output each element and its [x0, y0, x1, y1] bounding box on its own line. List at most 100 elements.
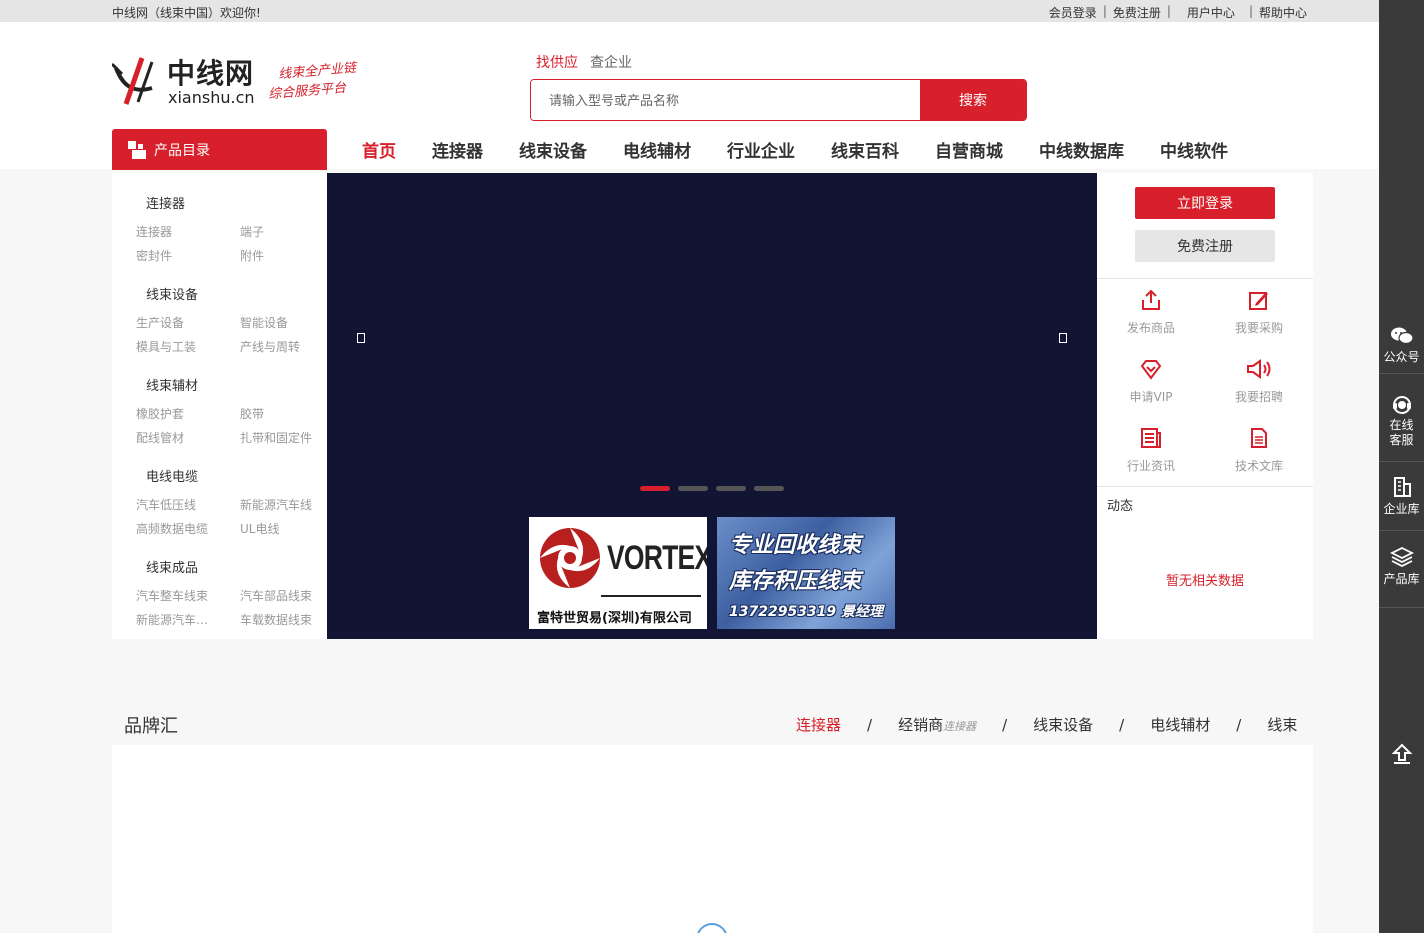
divider: [1379, 530, 1424, 531]
quick-label: 行业资讯: [1126, 459, 1175, 473]
search-button[interactable]: 搜索: [920, 80, 1026, 120]
category-title[interactable]: 线束辅材: [146, 375, 198, 394]
sidebar-products[interactable]: 产品库: [1379, 546, 1424, 587]
category-link[interactable]: 模具与工装: [136, 338, 212, 355]
category-link[interactable]: 汽车部品线束: [240, 587, 316, 604]
sidebar-wechat[interactable]: 公众号: [1379, 326, 1424, 365]
nav-store[interactable]: 自营商城: [917, 130, 1021, 172]
quick-library[interactable]: 技术文库: [1219, 427, 1299, 474]
account-panel: 立即登录 免费注册 发布商品 我要采购 申请VIP 我要招聘 行业资讯 技术文库…: [1097, 173, 1313, 639]
carousel-dot[interactable]: [640, 486, 670, 491]
building-icon: [1393, 477, 1411, 497]
brand-tabs: 连接器 / 经销商连接器 / 线束设备 / 电线辅材 / 线束: [796, 714, 1297, 735]
carousel-dot[interactable]: [754, 486, 784, 491]
member-login-link[interactable]: 会员登录: [1049, 4, 1097, 21]
category-menu: 连接器 连接器 端子 密封件 附件 线束设备 生产设备 智能设备 模具与工装 产…: [112, 173, 327, 639]
back-to-top-button[interactable]: [1379, 742, 1424, 768]
category-title[interactable]: 连接器: [146, 193, 185, 212]
catalog-header[interactable]: 产品目录: [112, 129, 327, 170]
tab-find-company[interactable]: 查企业: [590, 52, 632, 72]
separator: /: [1119, 716, 1125, 734]
category-link[interactable]: 高频数据电缆: [136, 520, 212, 537]
ad-company: 富特世贸易(深圳)有限公司: [537, 611, 692, 626]
nav-harness-equipment[interactable]: 线束设备: [501, 130, 605, 172]
nav-encyclopedia[interactable]: 线束百科: [813, 130, 917, 172]
loading-spinner-icon: [689, 916, 735, 933]
category-link[interactable]: 附件: [240, 247, 316, 264]
category-link[interactable]: 生产设备: [136, 314, 212, 331]
carousel-next-button[interactable]: [1059, 333, 1067, 343]
register-button[interactable]: 免费注册: [1135, 230, 1275, 262]
quick-purchase[interactable]: 我要采购: [1219, 289, 1299, 336]
sidebar-service[interactable]: 在线客服: [1379, 394, 1424, 448]
category-link[interactable]: 新能源汽车线: [240, 496, 324, 513]
divider: [1097, 486, 1313, 487]
category-link[interactable]: 端子: [240, 223, 316, 240]
category-link[interactable]: 配线管材: [136, 429, 212, 446]
category-link[interactable]: 连接器: [136, 223, 212, 240]
nav-wire-accessories[interactable]: 电线辅材: [605, 130, 709, 172]
category-link[interactable]: 橡胶护套: [136, 405, 212, 422]
quick-vip[interactable]: 申请VIP: [1111, 358, 1191, 405]
welcome-text: 中线网（线束中国）欢迎你!: [112, 6, 261, 20]
nav-companies[interactable]: 行业企业: [709, 130, 813, 172]
category-link[interactable]: 产线与周转: [240, 338, 316, 355]
carousel-dot[interactable]: [716, 486, 746, 491]
category-link[interactable]: 汽车低压线: [136, 496, 212, 513]
arrow-up-icon: [1391, 743, 1412, 764]
category-link[interactable]: 汽车整车线束: [136, 587, 212, 604]
sidebar-label: 在线客服: [1389, 418, 1414, 447]
ad-vortex[interactable]: VORTEX 富特世贸易(深圳)有限公司: [529, 517, 707, 629]
carousel-prev-button[interactable]: [357, 333, 365, 343]
nav-software[interactable]: 中线软件: [1142, 130, 1246, 172]
nav-database[interactable]: 中线数据库: [1021, 130, 1142, 172]
quick-publish[interactable]: 发布商品: [1111, 289, 1191, 336]
free-register-link[interactable]: 免费注册: [1113, 4, 1161, 21]
ad-line: 库存积压线束: [729, 569, 862, 594]
category-link[interactable]: 胶带: [240, 405, 316, 422]
ad-line: 专业回收线束: [729, 533, 862, 558]
brand-content: [112, 745, 1313, 933]
site-logo[interactable]: 中线网 xianshu.cn 线束全产业链 综合服务平台: [112, 54, 362, 110]
help-center-link[interactable]: 帮助中心: [1259, 4, 1307, 21]
headset-icon: [1392, 396, 1411, 414]
carousel-dot[interactable]: [678, 486, 708, 491]
search-input[interactable]: [531, 80, 920, 120]
quick-news[interactable]: 行业资讯: [1111, 427, 1191, 474]
brand-tab-distributors[interactable]: 经销商连接器: [898, 714, 976, 735]
ad-brand: VORTEX: [607, 539, 707, 577]
category-title[interactable]: 电线电缆: [146, 466, 198, 485]
ad-recycle[interactable]: 专业回收线束 库存积压线束 13722953319 景经理: [717, 517, 895, 629]
header: 中线网 xianshu.cn 线束全产业链 综合服务平台 找供应 查企业 搜索 …: [0, 22, 1379, 172]
divider: [1379, 461, 1424, 462]
quick-recruit[interactable]: 我要招聘: [1219, 358, 1299, 405]
carousel-indicators: [640, 486, 784, 491]
megaphone-icon: [1247, 359, 1271, 379]
layers-icon: [1389, 546, 1414, 568]
category-link[interactable]: 智能设备: [240, 314, 316, 331]
brand-tab-label: 经销商: [898, 716, 944, 734]
nav-home[interactable]: 首页: [344, 130, 414, 172]
category-link[interactable]: 新能源汽车线束: [136, 611, 210, 628]
edit-icon: [1249, 292, 1268, 310]
sidebar-companies[interactable]: 企业库: [1379, 474, 1424, 517]
brand-tab-connectors[interactable]: 连接器: [796, 714, 841, 735]
login-button[interactable]: 立即登录: [1135, 187, 1275, 219]
category-title[interactable]: 线束成品: [146, 557, 198, 576]
category-link[interactable]: 扎带和固定件: [240, 429, 324, 446]
brand-tab-equipment[interactable]: 线束设备: [1033, 714, 1093, 735]
category-title[interactable]: 线束设备: [146, 284, 198, 303]
category-link[interactable]: 密封件: [136, 247, 212, 264]
divider: [1379, 373, 1424, 374]
brand-tab-accessories[interactable]: 电线辅材: [1150, 714, 1210, 735]
ad-line: 13722953319 景经理: [729, 604, 884, 620]
sidebar-label: 企业库: [1383, 502, 1420, 516]
user-center-link[interactable]: 用户中心: [1187, 4, 1235, 21]
category-link[interactable]: 车载数据线束: [240, 611, 316, 628]
nav-connectors[interactable]: 连接器: [414, 130, 501, 172]
category-link[interactable]: UL电线: [240, 520, 316, 537]
brand-tab-suffix: 连接器: [943, 720, 977, 733]
tab-find-supply[interactable]: 找供应: [536, 52, 578, 72]
floating-sidebar: 公众号 在线客服 企业库 产品库: [1379, 0, 1424, 933]
brand-tab-harness[interactable]: 线束: [1267, 714, 1297, 735]
